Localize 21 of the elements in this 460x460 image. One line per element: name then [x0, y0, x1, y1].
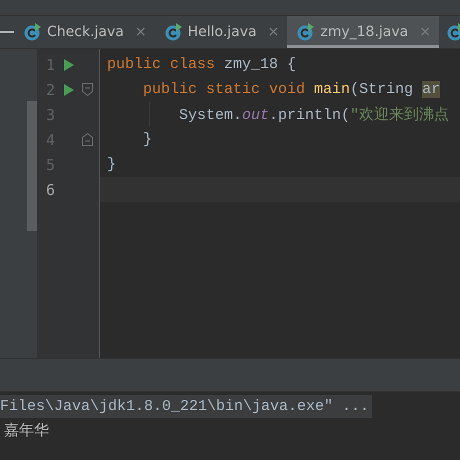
console-output: Files\Java\jdk1.8.0_221\bin\java.exe" ...	[0, 394, 372, 418]
run-icon[interactable]	[64, 84, 74, 96]
console-output: 嘉年华	[3, 422, 49, 442]
line-number: 6	[44, 180, 55, 198]
java-class-icon	[24, 23, 42, 41]
file-tab[interactable]: Hello.java ×	[154, 16, 288, 48]
run-icon[interactable]	[64, 58, 74, 70]
file-tab[interactable]: zmy_18.java ×	[287, 16, 439, 48]
close-icon[interactable]: ×	[134, 24, 147, 40]
java-class-icon	[164, 23, 183, 41]
fold-icon[interactable]	[82, 133, 93, 146]
code-line: public static void main(String ar	[142, 81, 440, 98]
code-line: }	[142, 131, 152, 148]
fold-icon[interactable]	[82, 83, 93, 96]
code-line: }	[107, 156, 116, 173]
file-tab[interactable]: Check.java ×	[14, 16, 155, 48]
code-line: public class zmy_18 {	[107, 56, 296, 73]
scroll-thumb[interactable]	[27, 101, 37, 231]
java-class-icon	[297, 23, 316, 41]
close-icon[interactable]: ×	[268, 24, 280, 40]
code-line: System.out.println("欢迎来到沸点	[178, 105, 450, 124]
